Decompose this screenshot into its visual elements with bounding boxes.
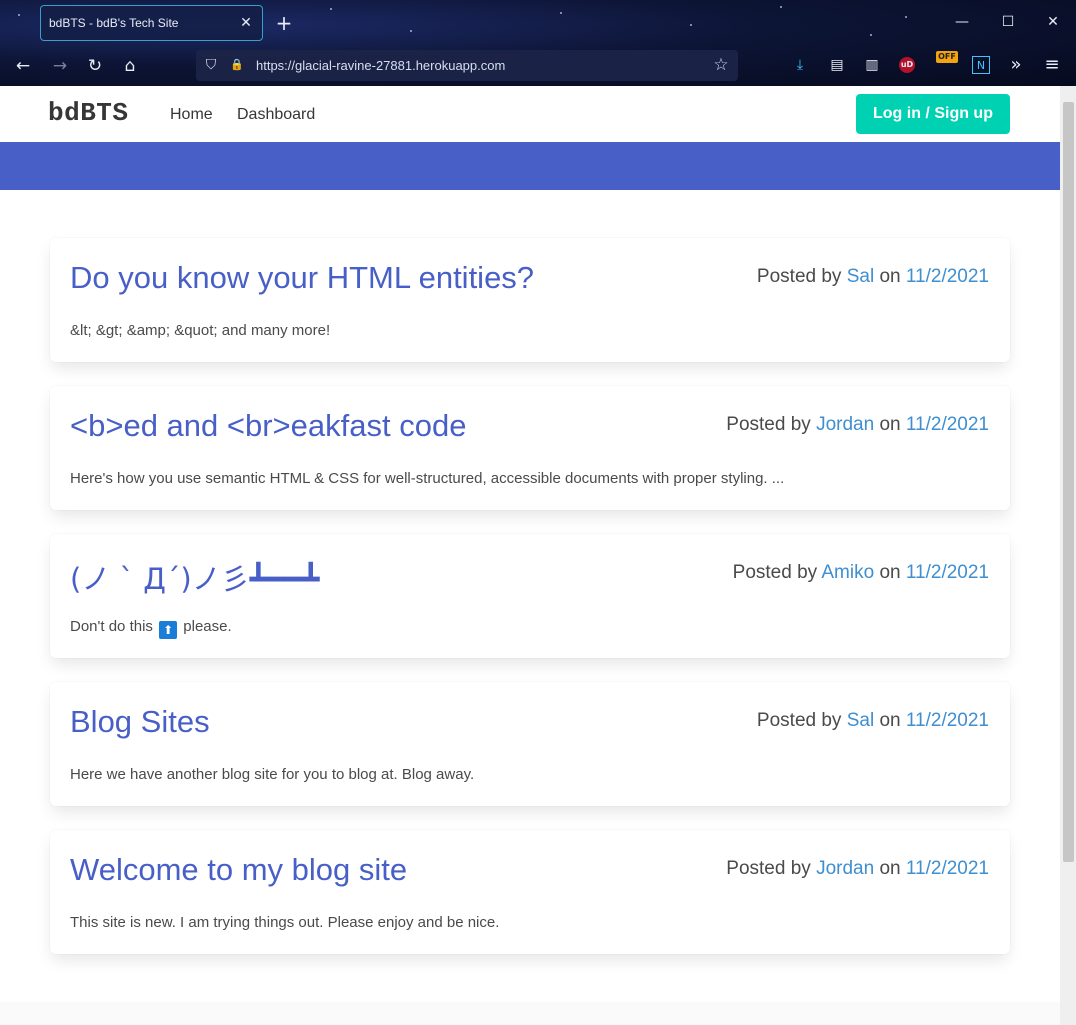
background-star — [18, 14, 20, 16]
tab-close-icon[interactable]: ✕ — [238, 15, 254, 31]
post-card: Blog Sites Posted by Sal on 11/2/2021 He… — [50, 682, 1010, 806]
post-card: (ノ ` Д´)ノ彡┻━━┻ Posted by Amiko on 11/2/2… — [50, 534, 1010, 658]
forward-button[interactable]: → — [49, 55, 71, 77]
address-bar[interactable]: ⛉ 🔒 https://glacial-ravine-27881.herokua… — [196, 50, 738, 81]
post-title[interactable]: Do you know your HTML entities? — [70, 260, 534, 296]
post-excerpt: This site is new. I am trying things out… — [70, 914, 500, 931]
url-text[interactable]: https://glacial-ravine-27881.herokuapp.c… — [256, 58, 505, 73]
on-label: on — [879, 710, 901, 731]
post-card: Do you know your HTML entities? Posted b… — [50, 238, 1010, 362]
post-excerpt: &lt; &gt; &amp; &quot; and many more! — [70, 322, 331, 339]
new-tab-button[interactable]: + — [274, 10, 294, 36]
posted-by-label: Posted by — [732, 562, 818, 583]
scrollbar-thumb[interactable] — [1063, 102, 1074, 862]
post-author-link[interactable]: Amiko — [821, 562, 874, 583]
footer — [0, 1002, 1060, 1025]
background-star — [560, 12, 562, 14]
shield-icon[interactable]: ⛉ — [202, 56, 220, 74]
extension-off-badge[interactable]: OFF — [936, 51, 958, 63]
minimize-button[interactable]: — — [952, 12, 972, 32]
background-star — [330, 8, 332, 10]
on-label: on — [879, 562, 901, 583]
post-date-link[interactable]: 11/2/2021 — [906, 562, 989, 583]
post-excerpt: Here we have another blog site for you t… — [70, 766, 475, 783]
post-date-link[interactable]: 11/2/2021 — [906, 710, 989, 731]
bookmark-star-icon[interactable]: ☆ — [712, 56, 730, 74]
background-star — [410, 30, 412, 32]
excerpt-text: please. — [183, 618, 232, 635]
window-close-button[interactable]: ✕ — [1043, 12, 1063, 32]
post-author-link[interactable]: Jordan — [816, 414, 874, 435]
up-arrow-emoji-icon: ⬆ — [159, 621, 178, 639]
browser-tab[interactable]: bdBTS - bdB's Tech Site ✕ — [40, 5, 263, 41]
post-date-link[interactable]: 11/2/2021 — [906, 266, 989, 287]
post-excerpt: Here's how you use semantic HTML & CSS f… — [70, 470, 785, 487]
post-author-link[interactable]: Sal — [847, 266, 874, 287]
posted-by-label: Posted by — [726, 858, 811, 879]
login-signup-button[interactable]: Log in / Sign up — [856, 94, 1010, 134]
site-navbar: bdBTS Home Dashboard Log in / Sign up — [0, 86, 1060, 142]
download-icon[interactable]: ⤓ — [790, 55, 810, 75]
post-meta: Posted by Sal on 11/2/2021 — [757, 266, 989, 288]
library-icon[interactable]: ▥ — [862, 55, 882, 75]
post-title[interactable]: <b>ed and <br>eakfast code — [70, 408, 466, 444]
n-extension-icon[interactable]: N — [972, 56, 990, 74]
lock-icon[interactable]: 🔒 — [228, 56, 246, 74]
post-author-link[interactable]: Sal — [847, 710, 874, 731]
post-author-link[interactable]: Jordan — [816, 858, 874, 879]
nav-dashboard-link[interactable]: Dashboard — [237, 106, 315, 124]
reader-view-icon[interactable]: ▤ — [827, 55, 847, 75]
post-date-link[interactable]: 11/2/2021 — [906, 858, 989, 879]
post-card: Welcome to my blog site Posted by Jordan… — [50, 830, 1010, 954]
post-date-link[interactable]: 11/2/2021 — [906, 414, 989, 435]
posted-by-label: Posted by — [756, 710, 842, 731]
background-star — [780, 6, 782, 8]
hero-banner — [0, 142, 1060, 190]
maximize-button[interactable]: ☐ — [998, 12, 1018, 32]
post-meta: Posted by Sal on 11/2/2021 — [757, 710, 989, 732]
posted-by-label: Posted by — [756, 266, 842, 287]
browser-chrome: bdBTS - bdB's Tech Site ✕ + — ☐ ✕ ← → ↻ … — [0, 0, 1076, 86]
overflow-chevron-icon[interactable]: » — [1006, 55, 1026, 75]
excerpt-text: Don't do this — [70, 618, 153, 635]
page-viewport: bdBTS Home Dashboard Log in / Sign up Do… — [0, 86, 1060, 1025]
nav-home-link[interactable]: Home — [170, 106, 213, 124]
posted-by-label: Posted by — [726, 414, 811, 435]
site-logo[interactable]: bdBTS — [48, 98, 129, 128]
post-list: Do you know your HTML entities? Posted b… — [50, 238, 1010, 978]
background-star — [870, 34, 872, 36]
ublock-extension-icon[interactable]: uD — [899, 57, 915, 73]
post-title[interactable]: Welcome to my blog site — [70, 852, 407, 888]
post-meta: Posted by Jordan on 11/2/2021 — [726, 858, 989, 880]
post-title[interactable]: Blog Sites — [70, 704, 210, 740]
on-label: on — [879, 858, 901, 879]
post-meta: Posted by Amiko on 11/2/2021 — [733, 562, 989, 584]
back-button[interactable]: ← — [12, 55, 34, 77]
page-scrollbar[interactable] — [1060, 86, 1076, 1025]
post-title[interactable]: (ノ ` Д´)ノ彡┻━━┻ — [70, 556, 320, 598]
on-label: on — [879, 266, 901, 287]
on-label: on — [879, 414, 901, 435]
background-star — [905, 16, 907, 18]
post-excerpt: Don't do this ⬆ please. — [70, 618, 232, 639]
reload-button[interactable]: ↻ — [84, 55, 106, 77]
post-card: <b>ed and <br>eakfast code Posted by Jor… — [50, 386, 1010, 510]
tab-title: bdBTS - bdB's Tech Site — [49, 16, 179, 30]
background-star — [690, 24, 692, 26]
home-button[interactable]: ⌂ — [119, 55, 141, 77]
post-meta: Posted by Jordan on 11/2/2021 — [726, 414, 989, 436]
menu-icon[interactable]: ≡ — [1042, 55, 1062, 75]
